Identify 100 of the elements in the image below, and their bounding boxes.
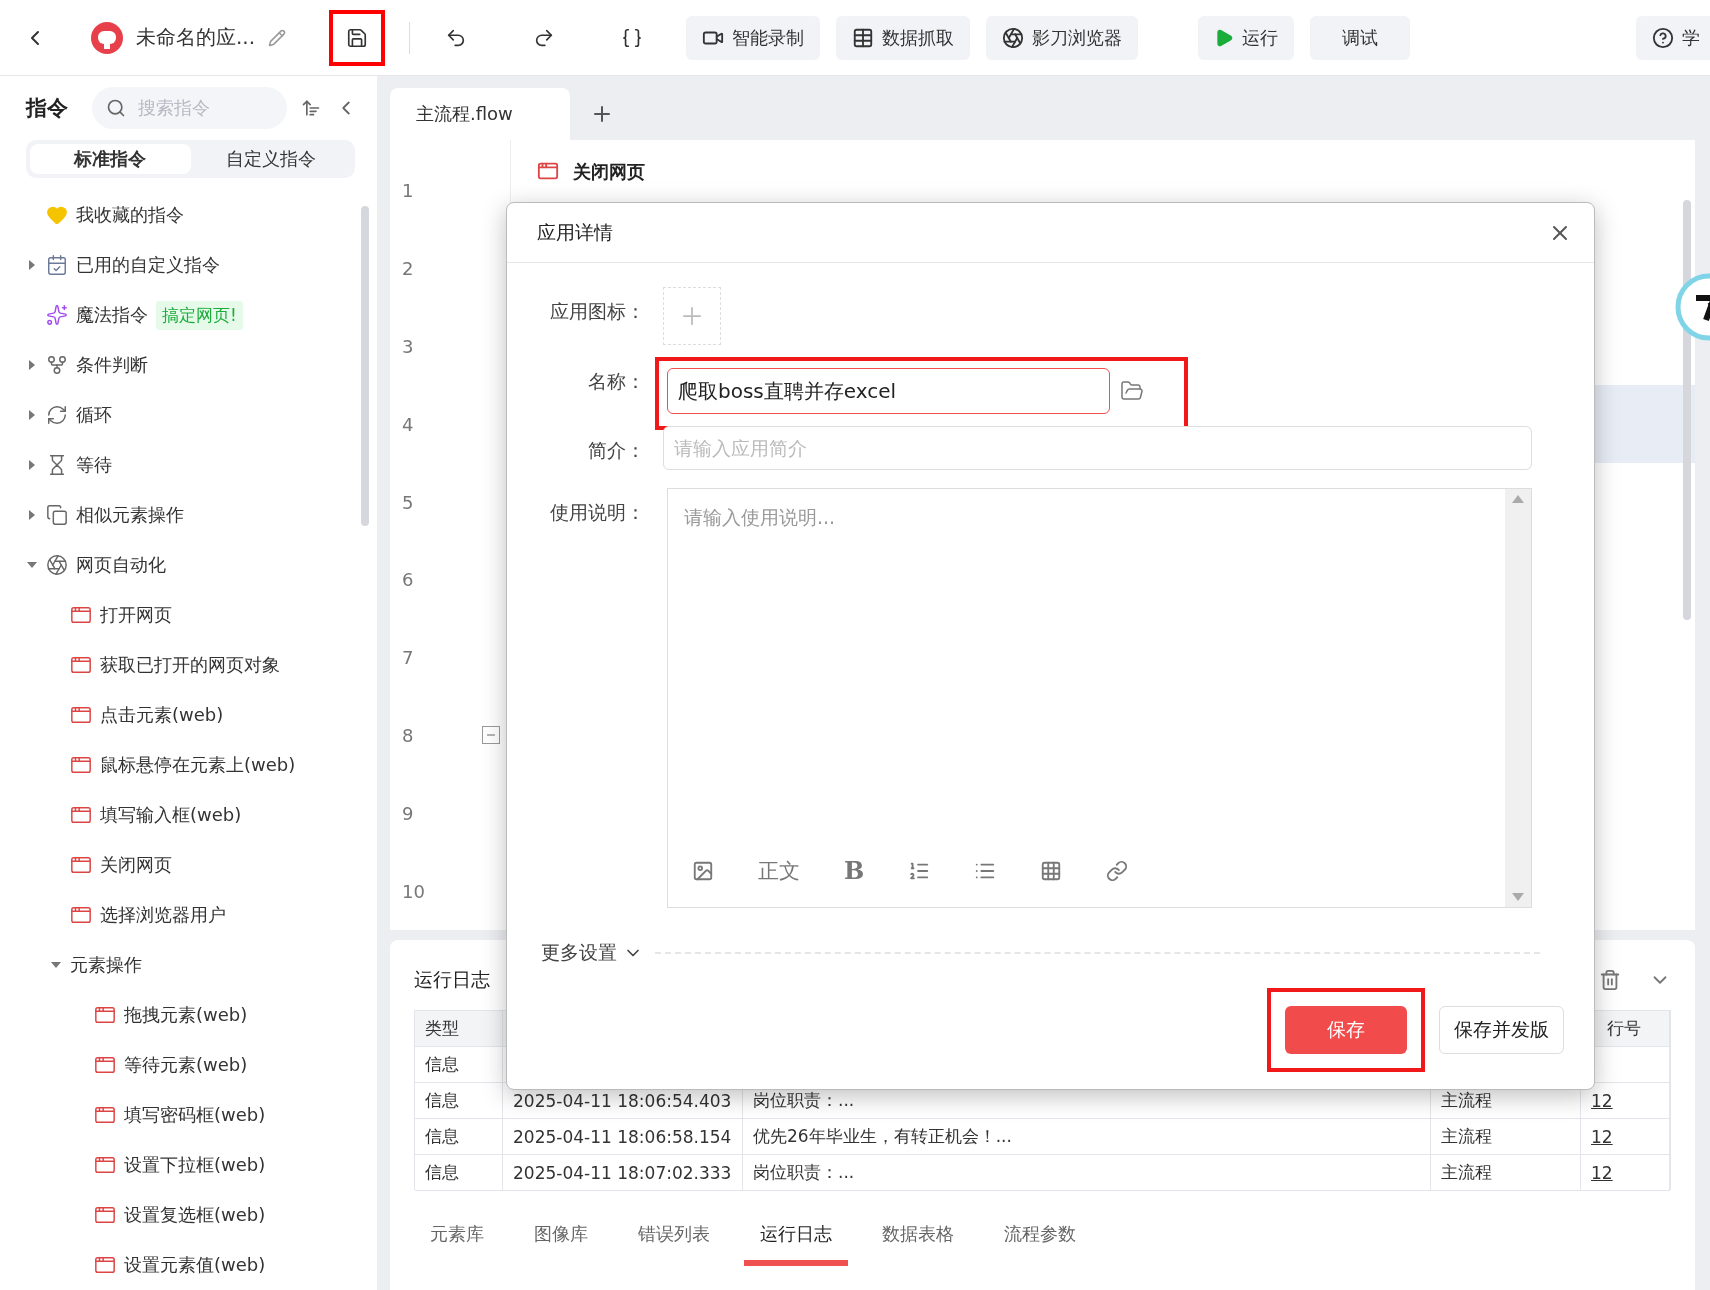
tab[interactable]: 错误列表: [622, 1214, 726, 1266]
app-logo-icon: [90, 20, 124, 55]
line-link[interactable]: 12: [1591, 1126, 1613, 1147]
browser-window-icon: [70, 654, 92, 676]
command-item[interactable]: 拖拽元素(web): [94, 1003, 248, 1027]
table-cell: 信息: [415, 1119, 503, 1155]
copy-icon: [46, 504, 68, 526]
browser-window-icon: [537, 160, 559, 182]
command-item[interactable]: 元素操作: [70, 953, 142, 977]
debug-button[interactable]: 调试: [1310, 15, 1411, 60]
browser-window-icon: [70, 854, 92, 876]
command-item[interactable]: 设置元素值(web): [94, 1253, 266, 1277]
tool-button[interactable]: 智能录制: [686, 15, 821, 60]
calendar-check-icon: [46, 254, 68, 276]
sparkles-icon: [46, 304, 68, 326]
tab[interactable]: 运行日志: [744, 1214, 848, 1266]
panel-title: 运行日志: [414, 967, 490, 992]
folder-icon[interactable]: [1120, 379, 1144, 403]
command-item[interactable]: 鼠标悬停在元素上(web): [70, 753, 296, 777]
step-title: 关闭网页: [573, 160, 645, 184]
browser-icon: [46, 554, 68, 576]
line-number: 3: [402, 336, 414, 357]
command-item[interactable]: 打开网页: [70, 603, 172, 627]
command-item[interactable]: 条件判断: [46, 353, 148, 377]
line-number: 8: [402, 724, 414, 746]
line-number: 5: [402, 491, 414, 513]
search-field[interactable]: 搜索指令: [92, 86, 287, 129]
summary-field[interactable]: 请输入应用简介: [663, 426, 1532, 470]
bold-button[interactable]: B: [844, 856, 865, 885]
command-item[interactable]: 设置复选框(web): [94, 1203, 266, 1227]
paragraph-style-button[interactable]: 正文: [758, 856, 800, 885]
line-number: 10: [402, 880, 425, 902]
command-item[interactable]: 点击元素(web): [70, 703, 224, 727]
table-cell: 信息: [415, 1047, 503, 1083]
file-tab[interactable]: 主流程.flow: [390, 88, 570, 140]
browser-window-icon: [94, 1154, 116, 1176]
table-cell: 2025-04-11 18:07:02.333: [503, 1155, 743, 1191]
name-field[interactable]: 爬取boss直聘并存excel: [667, 368, 1110, 414]
command-item[interactable]: 等待元素(web): [94, 1053, 248, 1077]
more-settings-button[interactable]: 更多设置: [541, 940, 643, 966]
panel-title: 指令: [26, 94, 68, 122]
browser-window-icon: [94, 1054, 116, 1076]
command-item[interactable]: 魔法指令: [46, 303, 148, 327]
promo-badge: 搞定网页!: [156, 300, 243, 330]
table-icon: [852, 26, 875, 49]
browser-window-icon: [70, 804, 92, 826]
table-cell: 信息: [415, 1155, 503, 1191]
browser-window-icon: [70, 904, 92, 926]
run-button[interactable]: 运行: [1198, 15, 1295, 60]
table-icon[interactable]: [1040, 859, 1063, 882]
line-number: 7: [402, 647, 414, 669]
branch-icon: [46, 354, 68, 376]
command-item[interactable]: 网页自动化: [46, 553, 166, 577]
command-item[interactable]: 设置下拉框(web): [94, 1153, 266, 1177]
dialog-title: 应用详情: [537, 219, 613, 245]
command-item[interactable]: 相似元素操作: [46, 503, 184, 527]
search-input[interactable]: 搜索指令: [136, 96, 256, 120]
tool-button[interactable]: 影刀浏览器: [986, 15, 1139, 60]
command-item[interactable]: 选择浏览器用户: [70, 903, 226, 927]
browser-window-icon: [94, 1254, 116, 1276]
line-link[interactable]: 12: [1591, 1162, 1613, 1183]
tab[interactable]: 数据表格: [866, 1214, 970, 1266]
line-number: 2: [402, 258, 414, 280]
command-item[interactable]: 关闭网页: [70, 853, 172, 877]
line-link[interactable]: 12: [1591, 1090, 1613, 1111]
command-item[interactable]: 获取已打开的网页对象: [70, 653, 280, 677]
command-item[interactable]: 已用的自定义指令: [46, 253, 220, 277]
collapse-toggle[interactable]: [482, 726, 500, 745]
help-icon: [1652, 26, 1674, 49]
help-button[interactable]: 学: [1636, 15, 1710, 60]
tab[interactable]: 流程参数: [988, 1214, 1092, 1266]
command-item[interactable]: 填写输入框(web): [70, 803, 242, 827]
tab[interactable]: 图像库: [518, 1214, 604, 1266]
command-item[interactable]: 填写密码框(web): [94, 1103, 266, 1127]
table-cell: 信息: [415, 1083, 503, 1119]
save-button[interactable]: 保存: [1285, 1006, 1407, 1054]
tab[interactable]: 元素库: [414, 1214, 500, 1266]
line-number: 4: [402, 413, 414, 435]
loop-icon: [46, 404, 68, 426]
line-number: 1: [402, 180, 414, 202]
table-cell: 岗位职责：...: [743, 1155, 1431, 1191]
table-cell: 优先26年毕业生，有转正机会！...: [743, 1119, 1431, 1155]
line-number: 9: [402, 802, 414, 824]
command-item[interactable]: 我收藏的指令: [46, 203, 184, 227]
line-number: 6: [402, 569, 414, 591]
save-and-publish-button[interactable]: 保存并发版: [1439, 1006, 1564, 1054]
scrollbar[interactable]: [361, 206, 369, 526]
field-label: 应用图标：: [549, 299, 645, 324]
description-editor[interactable]: 请输入使用说明... 正文 B: [667, 488, 1532, 908]
browser-window-icon: [94, 1104, 116, 1126]
tab[interactable]: 自定义指令: [190, 143, 351, 174]
tool-button[interactable]: 数据抓取: [836, 15, 971, 60]
link-icon[interactable]: [1106, 859, 1129, 882]
trash-icon[interactable]: [1599, 969, 1621, 991]
image-icon[interactable]: [692, 859, 714, 882]
command-item[interactable]: 等待: [46, 453, 112, 477]
tab[interactable]: 标准指令: [30, 143, 191, 174]
play-icon: [1214, 27, 1235, 48]
command-item[interactable]: 循环: [46, 403, 112, 427]
browser-window-icon: [70, 604, 92, 626]
